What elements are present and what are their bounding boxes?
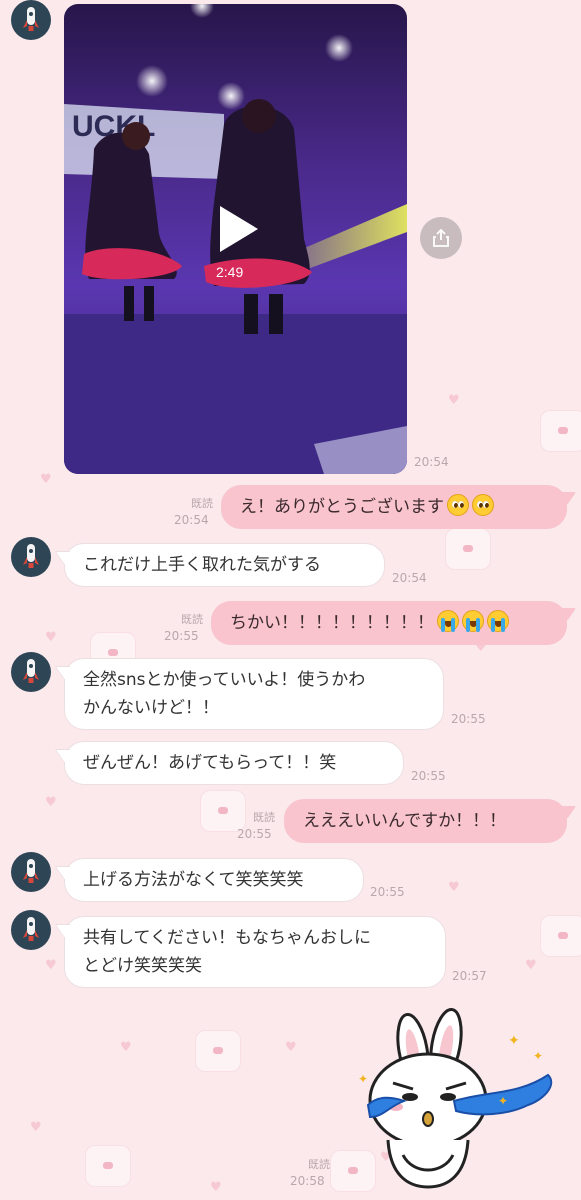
svg-text:✦: ✦ — [358, 1072, 368, 1086]
message-bubble-received: 共有してください！もなちゃんおしに とどけ笑笑笑笑 — [64, 916, 446, 988]
play-icon[interactable] — [216, 204, 260, 254]
message-text-line: かんないけど！！ — [83, 698, 219, 718]
message-time: 20:55 — [370, 885, 405, 899]
message-time: 20:54 — [414, 455, 449, 469]
svg-text:✦: ✦ — [508, 1033, 520, 1049]
pleading-face-emoji — [447, 494, 469, 516]
message-bubble-sent: ちかい！！！！！！！！！ — [211, 601, 567, 645]
message-time: 20:55 — [237, 827, 272, 841]
read-receipt: 既読 — [181, 613, 203, 626]
message-time: 20:57 — [452, 969, 487, 983]
message-bubble-received: 全然snsとか使っていいよ！使うかわ かんないけど！！ — [64, 658, 444, 730]
message-bubble-received: ぜんぜん！あげてもらって！！笑 — [64, 741, 404, 785]
message-text: ぜんぜん！あげてもらって！！笑 — [83, 753, 337, 773]
share-button[interactable] — [420, 217, 462, 259]
video-message[interactable]: UCKL 2:49 — [64, 4, 407, 474]
rocket-icon — [23, 917, 39, 941]
message-bubble-sent: え！ありがとうございます — [221, 485, 567, 529]
crying-rabbit-sticker[interactable]: ✦ ✦ ✦ ✦ — [348, 1005, 566, 1190]
rocket-icon — [23, 7, 39, 31]
message-text-line: とどけ笑笑笑笑 — [83, 956, 202, 976]
message-time: 20:58 — [290, 1174, 325, 1188]
contact-avatar[interactable] — [11, 652, 51, 692]
svg-text:✦: ✦ — [498, 1094, 508, 1108]
message-text-line: 共有してください！もなちゃんおしに — [83, 928, 371, 948]
rocket-icon — [23, 859, 39, 883]
read-receipt: 既読 — [308, 1158, 330, 1171]
rocket-icon — [23, 659, 39, 683]
message-text: えええいいんですか！！！ — [303, 811, 507, 831]
message-text: ちかい！！！！！！！！！ — [230, 613, 434, 633]
message-text-line: 全然snsとか使っていいよ！使うかわ — [83, 670, 366, 690]
message-bubble-received: 上げる方法がなくて笑笑笑笑 — [64, 858, 364, 902]
message-time: 20:54 — [392, 571, 427, 585]
contact-avatar[interactable] — [11, 910, 51, 950]
message-text: 上げる方法がなくて笑笑笑笑 — [83, 870, 304, 890]
pleading-face-emoji — [472, 494, 494, 516]
loudly-crying-face-emoji — [462, 610, 484, 632]
contact-avatar[interactable] — [11, 0, 51, 40]
message-time: 20:55 — [164, 629, 199, 643]
rocket-icon — [23, 544, 39, 568]
read-receipt: 既読 — [253, 811, 275, 824]
video-duration: 2:49 — [216, 264, 244, 280]
share-icon — [433, 228, 449, 247]
message-text: これだけ上手く取れた気がする — [83, 555, 321, 575]
contact-avatar[interactable] — [11, 537, 51, 577]
read-receipt: 既読 — [191, 497, 213, 510]
contact-avatar[interactable] — [11, 852, 51, 892]
svg-text:✦: ✦ — [533, 1049, 543, 1063]
message-time: 20:55 — [411, 769, 446, 783]
loudly-crying-face-emoji — [437, 610, 459, 632]
message-bubble-sent: えええいいんですか！！！ — [284, 799, 567, 843]
message-time: 20:55 — [451, 712, 486, 726]
message-time: 20:54 — [174, 513, 209, 527]
message-text: え！ありがとうございます — [240, 497, 444, 517]
message-bubble-received: これだけ上手く取れた気がする — [64, 543, 385, 587]
loudly-crying-face-emoji — [487, 610, 509, 632]
